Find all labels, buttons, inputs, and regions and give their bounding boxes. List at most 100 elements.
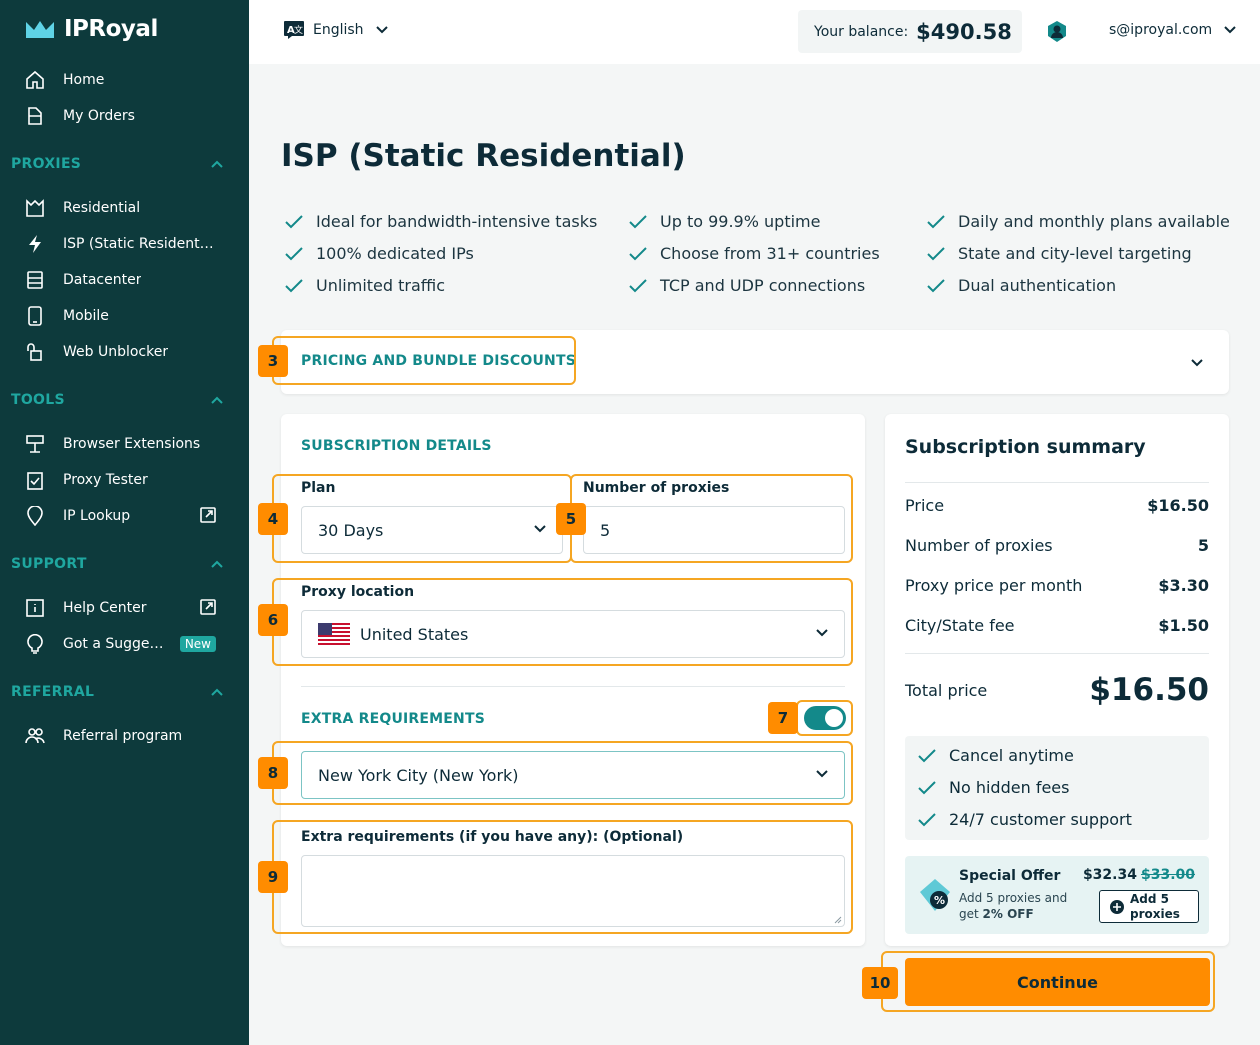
sidebar-item-label: ISP (Static Residential) (63, 236, 215, 252)
discount-tag-icon: % (920, 879, 950, 911)
offer-line1: Add 5 proxies and (959, 891, 1068, 905)
sidebar-item-residential[interactable]: Residential (24, 196, 224, 220)
sidebar-item-datacenter[interactable]: Datacenter (24, 268, 224, 292)
sidebar-item-home[interactable]: Home (24, 68, 224, 92)
sidebar-item-label: Web Unblocker (63, 344, 169, 360)
sidebar-item-browser-extensions[interactable]: Browser Extensions (24, 432, 224, 456)
summary-value: $1.50 (1158, 616, 1209, 635)
annotation-badge-7: 7 (768, 702, 798, 734)
balance-label: Your balance: (814, 23, 909, 40)
annotation-badge-10: 10 (862, 967, 898, 999)
summary-row-proxies: Number of proxies 5 (905, 536, 1209, 555)
add-proxies-button[interactable]: Add 5 proxies (1099, 890, 1199, 923)
sidebar-item-label: Help Center (63, 600, 147, 616)
chevron-up-icon (211, 560, 223, 568)
unlock-icon (24, 341, 46, 363)
user-avatar-icon (1048, 21, 1066, 42)
annotation-badge-4: 4 (258, 503, 288, 535)
server-icon (24, 269, 46, 291)
feature-item: TCP and UDP connections (628, 276, 865, 295)
summary-row-price-per-month: Proxy price per month $3.30 (905, 576, 1209, 595)
check-icon (285, 246, 303, 260)
benefit-text: Cancel anytime (949, 746, 1074, 765)
add-proxies-line2: proxies (1130, 906, 1180, 921)
sidebar-item-label: Datacenter (63, 272, 142, 288)
annotation-box-8 (272, 741, 853, 805)
sidebar-item-web-unblocker[interactable]: Web Unblocker (24, 340, 224, 364)
check-icon (927, 214, 945, 228)
divider (301, 686, 845, 687)
orders-icon (24, 105, 46, 127)
check-icon (927, 246, 945, 260)
summary-value: 5 (1197, 536, 1209, 555)
annotation-badge-5: 5 (556, 503, 586, 535)
user-email: s@iproyal.com (1109, 22, 1213, 38)
summary-label: City/State fee (905, 616, 1015, 635)
sidebar-section-proxies[interactable]: PROXIES (11, 156, 223, 172)
language-selector[interactable]: A文 English (283, 20, 388, 40)
page-title: ISP (Static Residential) (281, 138, 686, 174)
benefit-text: No hidden fees (949, 778, 1070, 797)
sidebar-section-tools[interactable]: TOOLS (11, 392, 223, 408)
benefit-item: 24/7 customer support (917, 810, 1132, 829)
add-proxies-label: Add 5 proxies (1130, 892, 1180, 922)
section-title: TOOLS (11, 392, 65, 408)
feature-item: Ideal for bandwidth-intensive tasks (284, 212, 597, 231)
total-label: Total price (905, 680, 988, 700)
chevron-up-icon (211, 160, 223, 168)
external-link-icon (200, 599, 216, 615)
annotation-box-3 (272, 336, 576, 385)
new-badge: New (179, 636, 216, 652)
divider (905, 482, 1209, 483)
chevron-down-icon (1191, 359, 1203, 367)
check-icon (927, 278, 945, 292)
offer-price: $32.34 $33.00 (1083, 867, 1195, 883)
check-icon (629, 278, 647, 292)
user-menu[interactable]: s@iproyal.com (1109, 22, 1236, 38)
sidebar-item-ip-lookup[interactable]: IP Lookup (24, 504, 224, 528)
feature-text: Choose from 31+ countries (660, 244, 880, 263)
feature-text: State and city-level targeting (958, 244, 1192, 263)
balance-value: $490.58 (916, 19, 1012, 44)
sidebar-item-mobile[interactable]: Mobile (24, 304, 224, 328)
divider (905, 653, 1209, 654)
sidebar-item-help-center[interactable]: Help Center (24, 596, 224, 620)
sidebar-item-isp[interactable]: ISP (Static Residential) (24, 232, 224, 256)
sidebar-section-support[interactable]: SUPPORT (11, 556, 223, 572)
summary-total: Total price $16.50 (905, 672, 1209, 708)
offer-line2-prefix: get (959, 907, 983, 921)
offer-line2: get 2% OFF (959, 907, 1034, 921)
feature-text: Up to 99.9% uptime (660, 212, 821, 231)
check-icon (629, 214, 647, 228)
sidebar-section-referral[interactable]: REFERRAL (11, 684, 223, 700)
sidebar-item-proxy-tester[interactable]: Proxy Tester (24, 468, 224, 492)
sidebar-item-suggestion[interactable]: Got a Suggestion? New (24, 632, 224, 656)
balance-box[interactable]: Your balance: $490.58 (798, 10, 1022, 53)
brand-logo[interactable]: IPRoyal (24, 16, 158, 42)
sidebar-item-label: Mobile (63, 308, 109, 324)
users-icon (24, 725, 46, 747)
avatar[interactable] (1046, 20, 1068, 48)
chevron-down-icon (375, 26, 388, 34)
section-title: REFERRAL (11, 684, 95, 700)
annotation-box-9 (272, 820, 853, 934)
sidebar-item-referral-program[interactable]: Referral program (24, 724, 224, 748)
check-icon (629, 246, 647, 260)
feature-text: 100% dedicated IPs (316, 244, 474, 263)
sidebar-item-label: My Orders (63, 108, 135, 124)
lightning-icon (24, 233, 46, 255)
total-value: $16.50 (1089, 672, 1209, 708)
feature-item: State and city-level targeting (926, 244, 1192, 263)
annotation-badge-3: 3 (258, 345, 288, 377)
feature-item: Unlimited traffic (284, 276, 445, 295)
plus-circle-icon (1110, 899, 1124, 914)
residential-icon (24, 197, 46, 219)
check-icon (918, 780, 936, 794)
annotation-box-4 (272, 474, 572, 563)
mobile-icon (24, 305, 46, 327)
benefit-item: No hidden fees (917, 778, 1069, 797)
summary-label: Proxy price per month (905, 576, 1083, 595)
annotation-box-5 (570, 474, 853, 563)
sidebar-item-my-orders[interactable]: My Orders (24, 104, 224, 128)
feature-text: Daily and monthly plans available (958, 212, 1230, 231)
